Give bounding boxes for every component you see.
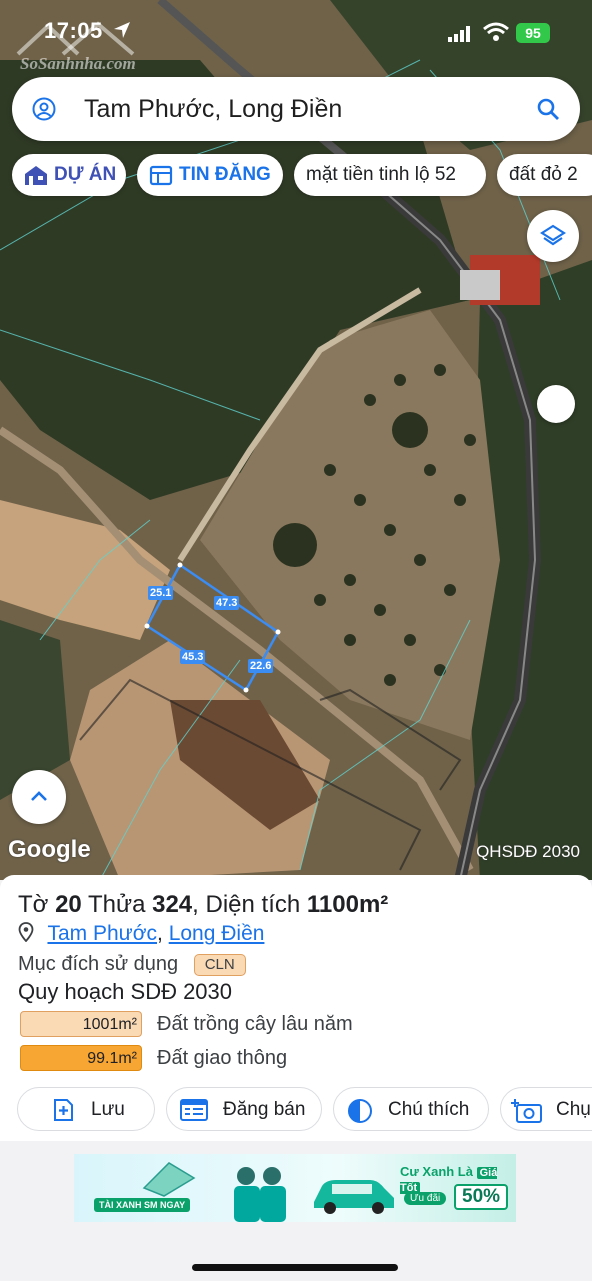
post-for-sale-button[interactable]: Đăng bán bbox=[166, 1087, 322, 1131]
calendar-list-icon bbox=[180, 1099, 208, 1121]
chip-label: mặt tiền tinh lộ 52 bbox=[306, 164, 456, 185]
search-query[interactable]: Tam Phước, Long Điền bbox=[84, 95, 342, 124]
location-pin-icon bbox=[18, 922, 34, 943]
land-use-code-badge: CLN bbox=[193, 953, 246, 976]
ad-headline-text: Cư Xanh Là bbox=[400, 1164, 473, 1179]
ad-kite-icon bbox=[142, 1162, 196, 1197]
zone-area-value: 1001m² bbox=[20, 1011, 142, 1037]
purpose-label: Mục đích sử dụng bbox=[18, 953, 179, 975]
ad-discount: 50% bbox=[454, 1184, 509, 1210]
ad-sub: Ưu đãi bbox=[404, 1192, 447, 1205]
ad-car-image bbox=[314, 1180, 394, 1214]
status-bar: 17:05 SoSanhnha.com 95 bbox=[0, 0, 592, 73]
address-separator: , bbox=[157, 922, 163, 945]
parcel-title: Tờ 20 Thửa 324, Diện tích 1100m² bbox=[18, 891, 388, 919]
title-plot-label: Thửa bbox=[88, 891, 146, 918]
parcel-address: Tam Phước, Long Điền bbox=[18, 922, 264, 946]
watermark-text: SoSanhnha.com bbox=[20, 54, 136, 73]
ad-banner[interactable]: TÀI XANH SM NGAY Cư Xanh Là Giá Tốt Ưu đ… bbox=[74, 1154, 516, 1222]
chip-label: TIN ĐĂNG bbox=[179, 164, 271, 185]
search-bar[interactable]: Tam Phước, Long Điền bbox=[12, 77, 580, 141]
segment-length-label: 45.3 bbox=[180, 650, 206, 664]
wifi-icon bbox=[483, 22, 509, 41]
segment-length-label: 22.6 bbox=[248, 659, 274, 673]
legend-button[interactable]: Chú thích bbox=[333, 1087, 489, 1131]
chevron-up-icon bbox=[31, 791, 47, 801]
bookmark-add-icon bbox=[54, 1099, 73, 1121]
district-link[interactable]: Long Điền bbox=[169, 922, 265, 945]
account-icon[interactable] bbox=[32, 97, 56, 121]
action-label: Lưu bbox=[91, 1099, 125, 1120]
chip-du-an[interactable]: DỰ ÁN bbox=[12, 154, 126, 196]
calendar-icon bbox=[149, 165, 173, 186]
layers-button[interactable] bbox=[527, 210, 579, 262]
planning-layer-label: QHSDĐ 2030 bbox=[476, 842, 580, 861]
chip-label: đất đỏ 2 bbox=[509, 164, 578, 185]
action-label: Chú thích bbox=[388, 1099, 470, 1120]
action-label: Đăng bán bbox=[223, 1099, 306, 1120]
camera-add-icon bbox=[511, 1099, 542, 1123]
land-use-purpose: Mục đích sử dụng CLN bbox=[18, 953, 246, 976]
layers-icon bbox=[540, 224, 566, 246]
building-icon bbox=[25, 166, 47, 185]
cellular-signal-icon bbox=[448, 26, 470, 42]
location-arrow-icon bbox=[114, 22, 130, 38]
segment-length-label: 47.3 bbox=[214, 596, 240, 610]
satellite-map[interactable]: 25.1 47.3 45.3 22.6 17:05 SoSanhnha.com … bbox=[0, 0, 592, 880]
save-button[interactable]: Lưu bbox=[17, 1087, 155, 1131]
chip-label: DỰ ÁN bbox=[54, 164, 117, 185]
parcel-info-panel: Tờ 20 Thửa 324, Diện tích 1100m² Tam Phư… bbox=[0, 875, 592, 1141]
search-icon[interactable] bbox=[536, 97, 560, 121]
ward-link[interactable]: Tam Phước bbox=[47, 922, 157, 945]
zone-label: Đất giao thông bbox=[157, 1047, 288, 1069]
title-area-label: , Diện tích bbox=[192, 891, 301, 918]
home-indicator[interactable] bbox=[192, 1264, 398, 1271]
zone-area-value: 99.1m² bbox=[20, 1045, 142, 1071]
ad-drivers-image bbox=[234, 1167, 286, 1222]
capture-button[interactable]: Chụ bbox=[500, 1087, 592, 1131]
plot-number: 324 bbox=[152, 891, 193, 918]
segment-length-label: 25.1 bbox=[148, 586, 174, 600]
sheet-number: 20 bbox=[55, 891, 82, 918]
map-control-button[interactable] bbox=[537, 385, 575, 423]
parcel-area: 1100m² bbox=[306, 891, 389, 918]
status-time: 17:05 bbox=[44, 18, 103, 43]
zone-label: Đất trồng cây lâu năm bbox=[157, 1013, 353, 1035]
chip-suggestion[interactable]: mặt tiền tinh lộ 52 bbox=[294, 154, 486, 196]
battery-indicator: 95 bbox=[516, 23, 550, 43]
expand-up-button[interactable] bbox=[12, 770, 66, 824]
title-prefix: Tờ bbox=[18, 891, 49, 918]
google-logo: Google bbox=[8, 836, 91, 863]
action-label: Chụ bbox=[556, 1099, 591, 1120]
chip-suggestion[interactable]: đất đỏ 2 bbox=[497, 154, 592, 196]
chip-tin-dang[interactable]: TIN ĐĂNG bbox=[137, 154, 283, 196]
contrast-icon bbox=[348, 1099, 372, 1123]
ad-tag: TÀI XANH SM NGAY bbox=[94, 1198, 191, 1212]
planning-title: Quy hoạch SDĐ 2030 bbox=[18, 979, 233, 1004]
